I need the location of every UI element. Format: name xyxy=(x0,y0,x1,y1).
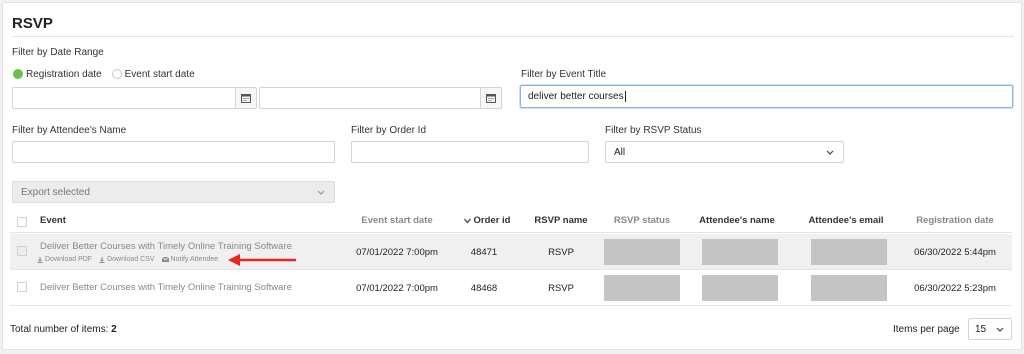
order-id-input[interactable] xyxy=(351,141,589,163)
download-csv-label: Download CSV xyxy=(107,256,155,263)
calendar-icon xyxy=(241,94,251,103)
rsvp-name-cell: RSVP xyxy=(548,247,574,258)
chevron-down-icon xyxy=(995,324,1005,334)
download-icon xyxy=(99,256,105,263)
event-title-cell: Deliver Better Courses with Timely Onlin… xyxy=(40,282,292,293)
rsvp-status-redacted xyxy=(604,239,680,265)
row-actions: Download PDF Download CSV Notify Attende… xyxy=(37,256,225,263)
radio-event-start-date[interactable]: Event start date xyxy=(111,68,195,80)
date-from-input[interactable] xyxy=(12,87,236,109)
radio-registration-date[interactable]: Registration date xyxy=(13,69,102,80)
title-divider xyxy=(12,36,1014,37)
rsvp-status-label: Filter by RSVP Status xyxy=(605,125,702,136)
order-id-cell: 48471 xyxy=(470,247,498,258)
page-title: RSVP xyxy=(12,15,53,32)
attendee-name-redacted xyxy=(702,275,778,301)
text-caret xyxy=(624,91,626,102)
event-title-label: Filter by Event Title xyxy=(521,69,607,80)
export-selected-label: Export selected xyxy=(21,186,90,198)
calendar-icon xyxy=(486,94,496,103)
chevron-down-icon xyxy=(825,147,835,157)
table-row: Deliver Better Courses with Timely Onlin… xyxy=(10,234,1012,270)
header-order-id[interactable]: Order id xyxy=(463,215,511,226)
order-id-cell: 48468 xyxy=(470,283,498,294)
event-start-date-cell: 07/01/2022 7:00pm xyxy=(356,247,438,258)
header-registration-date[interactable]: Registration date xyxy=(916,215,994,226)
date-to-calendar-button[interactable] xyxy=(480,87,502,109)
envelope-icon xyxy=(161,257,169,262)
annotation-arrow-icon xyxy=(228,254,296,266)
rsvp-status-select[interactable]: All xyxy=(605,141,844,163)
header-event: Event xyxy=(40,215,66,226)
attendee-email-redacted xyxy=(811,239,887,265)
download-csv-link[interactable]: Download CSV xyxy=(99,256,155,263)
radio-registration-label: Registration date xyxy=(26,68,102,80)
order-id-label: Filter by Order Id xyxy=(351,125,427,136)
event-title-input[interactable]: deliver better courses xyxy=(520,85,1013,108)
row-checkbox[interactable] xyxy=(17,246,27,256)
rsvp-name-cell: RSVP xyxy=(548,283,574,294)
radio-event-start-label: Event start date xyxy=(124,68,195,80)
event-title-value: deliver better courses xyxy=(528,91,624,102)
notify-attendee-label: Notify Attendee xyxy=(170,256,219,263)
total-items-count: 2 xyxy=(111,324,117,335)
date-from-calendar-button[interactable] xyxy=(235,87,257,109)
table-row: Deliver Better Courses with Timely Onlin… xyxy=(10,270,1012,306)
table-header-row: Event Event start date Order id RSVP nam… xyxy=(10,209,1012,233)
notify-attendee-link[interactable]: Notify Attendee xyxy=(161,256,219,263)
total-items: Total number of items: 2 xyxy=(10,324,117,335)
select-all-checkbox[interactable] xyxy=(17,217,27,227)
date-range-label: Filter by Date Range xyxy=(12,47,104,58)
header-rsvp-status[interactable]: RSVP status xyxy=(614,215,670,226)
row-checkbox[interactable] xyxy=(17,282,27,292)
items-per-page-select[interactable]: 15 xyxy=(968,318,1012,340)
header-attendee-name: Attendee's name xyxy=(699,215,775,226)
attendee-email-redacted xyxy=(811,275,887,301)
radio-unselected-icon xyxy=(111,69,122,79)
header-event-start-date[interactable]: Event start date xyxy=(361,215,432,226)
rsvp-status-value: All xyxy=(614,146,626,158)
header-rsvp-name: RSVP name xyxy=(534,215,588,226)
registration-date-cell: 06/30/2022 5:44pm xyxy=(914,247,996,258)
total-items-label: Total number of items: xyxy=(10,324,109,335)
radio-selected-icon xyxy=(13,69,23,79)
attendee-name-label: Filter by Attendee's Name xyxy=(12,125,127,136)
date-to-input[interactable] xyxy=(259,87,481,109)
download-pdf-link[interactable]: Download PDF xyxy=(37,256,92,263)
chevron-down-icon xyxy=(316,187,326,197)
rsvp-status-redacted xyxy=(604,275,680,301)
header-order-id-label: Order id xyxy=(473,215,511,226)
event-title-cell: Deliver Better Courses with Timely Onlin… xyxy=(40,241,292,252)
export-selected-select[interactable]: Export selected xyxy=(12,181,335,203)
header-attendee-email: Attendee's email xyxy=(808,215,884,226)
items-per-page-value: 15 xyxy=(975,323,987,335)
event-start-date-cell: 07/01/2022 7:00pm xyxy=(356,283,438,294)
download-icon xyxy=(37,256,43,263)
attendee-name-input[interactable] xyxy=(12,141,335,163)
download-pdf-label: Download PDF xyxy=(45,256,93,263)
attendee-name-redacted xyxy=(702,239,778,265)
date-type-radio-group: Registration date Event start date xyxy=(13,67,205,81)
sort-chevron-down-icon xyxy=(463,218,472,224)
registration-date-cell: 06/30/2022 5:23pm xyxy=(914,283,996,294)
items-per-page-label: Items per page xyxy=(893,324,960,335)
